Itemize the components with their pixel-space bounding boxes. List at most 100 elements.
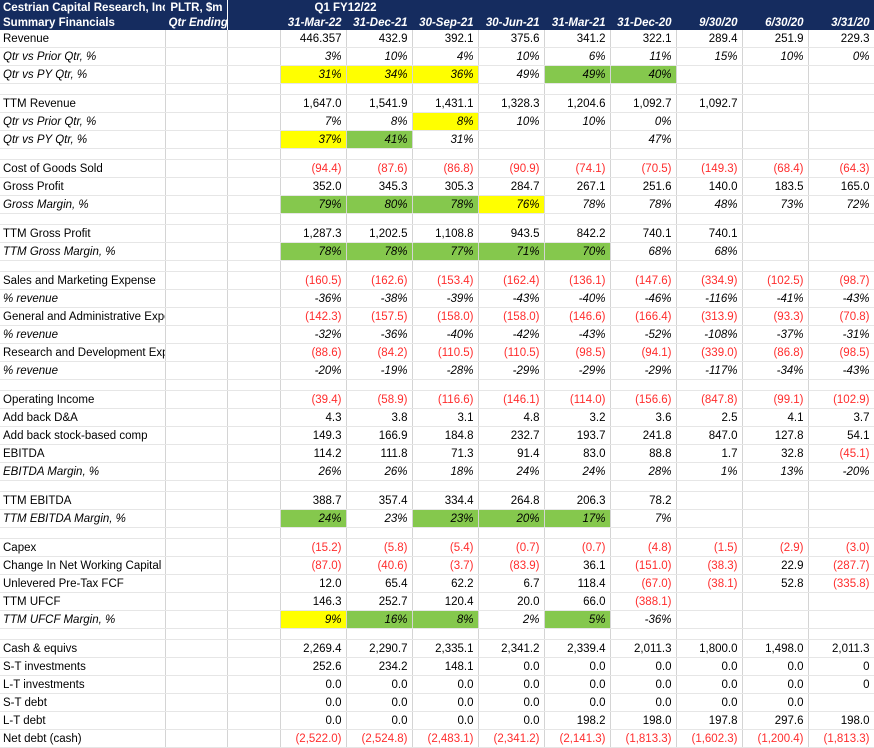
cell-ebitda-8: (45.1) [808, 444, 874, 463]
cell-ttm-rev-pyq-3 [478, 130, 545, 149]
cell-ttm-gross-profit-1: 1,202.5 [346, 224, 413, 243]
spacer-cell [227, 379, 281, 391]
header-blank-2 [478, 0, 545, 15]
cell-cogs-0: (94.4) [280, 159, 347, 178]
spacer-row [0, 83, 874, 95]
spacer-cell [478, 260, 545, 272]
cell-gross-margin-8: 72% [808, 195, 874, 214]
column-header-date-0: 31-Mar-22 [280, 15, 347, 30]
spacer-cell [742, 480, 809, 492]
cell-ttm-ufcf-6 [676, 592, 743, 611]
table-row: Unlevered Pre-Tax FCF 12.0 65.4 62.2 6.7 118.… [0, 574, 874, 593]
spacer-cell [610, 480, 677, 492]
row-pad-b-cogs [227, 159, 281, 178]
row-pad-a-ttm-ufcf-margin [165, 610, 228, 629]
cell-ttm-ufcf-2: 120.4 [412, 592, 479, 611]
cell-rev-qoq-6: 15% [676, 47, 743, 66]
spacer-cell [610, 379, 677, 391]
cell-ttm-ebitda-1: 357.4 [346, 491, 413, 510]
row-pad-a-sm-expense [165, 271, 228, 290]
cell-ttm-rev-qoq-0: 7% [280, 112, 347, 131]
cell-lt-investments-0: 0.0 [280, 675, 347, 694]
spacer-cell [0, 527, 166, 539]
table-row: Qtr vs PY Qtr, % 31% 34% 36% 49% 49% 40% [0, 65, 874, 84]
cell-rev-qoq-0: 3% [280, 47, 347, 66]
spacer-cell [280, 148, 347, 160]
spacer-cell [346, 527, 413, 539]
cell-st-investments-6: 0.0 [676, 657, 743, 676]
cell-gross-profit-5: 251.6 [610, 177, 677, 196]
row-pad-b-change-nwc [227, 556, 281, 575]
cell-ttm-revenue-2: 1,431.1 [412, 94, 479, 113]
cell-unlevered-fcf-0: 12.0 [280, 574, 347, 593]
cell-rev-pyq-7 [742, 65, 809, 84]
cell-ga-pct-6: -108% [676, 325, 743, 344]
cell-ebitda-4: 83.0 [544, 444, 611, 463]
cell-ttm-ufcf-4: 66.0 [544, 592, 611, 611]
row-pad-b-st-debt [227, 693, 281, 712]
row-label-rd-expense: Research and Development Expense [0, 343, 166, 362]
cell-ga-expense-6: (313.9) [676, 307, 743, 326]
cell-ga-expense-5: (166.4) [610, 307, 677, 326]
cell-gross-profit-7: 183.5 [742, 177, 809, 196]
spacer-cell [280, 480, 347, 492]
spacer-cell [742, 527, 809, 539]
cell-ga-expense-7: (93.3) [742, 307, 809, 326]
cell-rd-pct-1: -19% [346, 361, 413, 380]
cell-operating-income-1: (58.9) [346, 390, 413, 409]
row-label-ttm-gross-profit: TTM Gross Profit [0, 224, 166, 243]
cell-cash-equivs-1: 2,290.7 [346, 639, 413, 658]
cell-rev-pyq-3: 49% [478, 65, 545, 84]
spacer-row [0, 213, 874, 225]
cell-rev-qoq-3: 10% [478, 47, 545, 66]
cell-ttm-gross-margin-0: 78% [280, 242, 347, 261]
cell-lt-debt-2: 0.0 [412, 711, 479, 730]
cell-gross-margin-1: 80% [346, 195, 413, 214]
row-pad-a-unlevered-fcf [165, 574, 228, 593]
cell-capex-0: (15.2) [280, 538, 347, 557]
spacer-cell [478, 527, 545, 539]
cell-revenue-7: 251.9 [742, 30, 809, 48]
row-pad-b-gross-margin [227, 195, 281, 214]
row-pad-a-add-back-sbc [165, 426, 228, 445]
financial-summary-table: Cestrian Capital Research, Inc PLTR, $m … [0, 0, 874, 748]
cell-rd-expense-1: (84.2) [346, 343, 413, 362]
cell-st-debt-5: 0.0 [610, 693, 677, 712]
cell-rev-qoq-8: 0% [808, 47, 874, 66]
cell-net-debt-2: (2,483.1) [412, 729, 479, 748]
cell-lt-debt-6: 197.8 [676, 711, 743, 730]
cell-net-debt-1: (2,524.8) [346, 729, 413, 748]
cell-gross-margin-2: 78% [412, 195, 479, 214]
cell-ga-pct-0: -32% [280, 325, 347, 344]
cell-operating-income-3: (146.1) [478, 390, 545, 409]
header-blank-1 [412, 0, 479, 15]
cell-rd-expense-0: (88.6) [280, 343, 347, 362]
table-row: % revenue -20% -19% -28% -29% -29% -29% -117% -3… [0, 361, 874, 380]
cell-add-back-sbc-8: 54.1 [808, 426, 874, 445]
cell-ttm-ebitda-margin-8 [808, 509, 874, 528]
cell-ttm-rev-qoq-2: 8% [412, 112, 479, 131]
cell-add-back-sbc-1: 166.9 [346, 426, 413, 445]
spacer-row [0, 148, 874, 160]
table-row: Gross Margin, % 79% 80% 78% 76% 78% 78% 48% 73% 7… [0, 195, 874, 214]
cell-ttm-gross-profit-3: 943.5 [478, 224, 545, 243]
spacer-cell [610, 148, 677, 160]
cell-operating-income-4: (114.0) [544, 390, 611, 409]
cell-gross-profit-1: 345.3 [346, 177, 413, 196]
cell-add-back-da-7: 4.1 [742, 408, 809, 427]
spacer-cell [808, 379, 874, 391]
cell-cash-equivs-6: 1,800.0 [676, 639, 743, 658]
cell-rd-pct-8: -43% [808, 361, 874, 380]
row-pad-a-ttm-rev-qoq [165, 112, 228, 131]
spacer-cell [346, 480, 413, 492]
cell-rd-expense-4: (98.5) [544, 343, 611, 362]
cell-change-nwc-7: 22.9 [742, 556, 809, 575]
row-label-ttm-rev-pyq: Qtr vs PY Qtr, % [0, 130, 166, 149]
spacer-cell [227, 213, 281, 225]
cell-ga-expense-8: (70.8) [808, 307, 874, 326]
row-pad-a-cogs [165, 159, 228, 178]
row-pad-b-st-investments [227, 657, 281, 676]
cell-rev-pyq-4: 49% [544, 65, 611, 84]
table-row: Cash & equivs 2,269.4 2,290.7 2,335.1 2,341.… [0, 639, 874, 658]
row-pad-b-ga-pct [227, 325, 281, 344]
